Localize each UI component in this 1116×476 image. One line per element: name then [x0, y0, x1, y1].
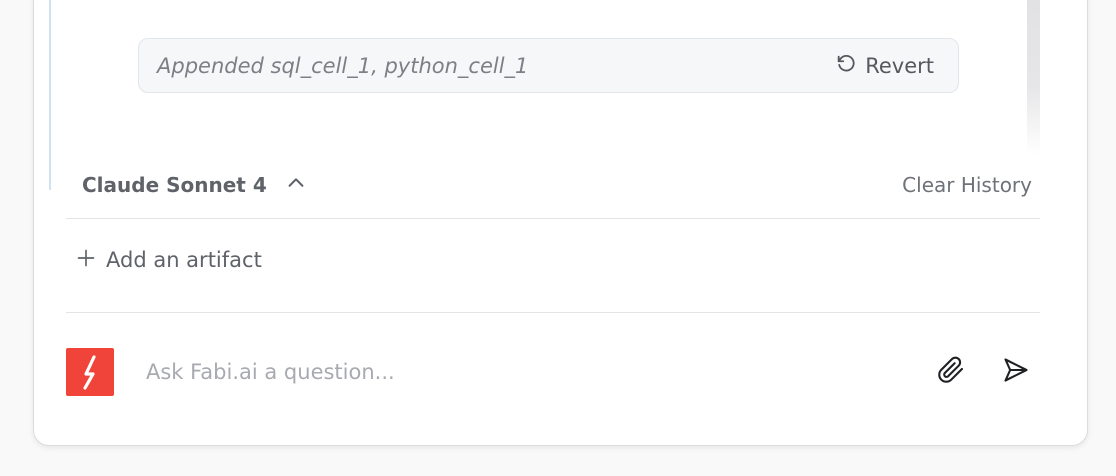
scrollbar[interactable]	[1027, 0, 1040, 155]
paperclip-icon	[937, 356, 965, 388]
plus-icon	[76, 248, 96, 272]
model-label: Claude Sonnet 4	[82, 173, 267, 197]
divider	[66, 312, 1040, 313]
history-status-text: Appended sql_cell_1, python_cell_1	[157, 54, 529, 78]
send-button[interactable]	[1000, 356, 1032, 388]
chevron-up-icon	[285, 172, 307, 198]
add-artifact-button[interactable]: Add an artifact	[76, 248, 262, 272]
clear-history-button[interactable]: Clear History	[902, 173, 1032, 197]
thread-line	[49, 0, 51, 190]
divider	[66, 218, 1040, 219]
attach-button[interactable]	[935, 356, 967, 388]
add-artifact-label: Add an artifact	[106, 248, 262, 272]
undo-icon	[835, 53, 857, 79]
model-selector[interactable]: Claude Sonnet 4	[82, 172, 307, 198]
revert-button[interactable]: Revert	[835, 52, 934, 80]
fabi-logo-icon	[66, 348, 114, 396]
question-input[interactable]	[134, 352, 894, 392]
send-icon	[1002, 356, 1030, 388]
revert-label: Revert	[865, 54, 934, 78]
history-status-pill: Appended sql_cell_1, python_cell_1 Rever…	[138, 38, 959, 93]
